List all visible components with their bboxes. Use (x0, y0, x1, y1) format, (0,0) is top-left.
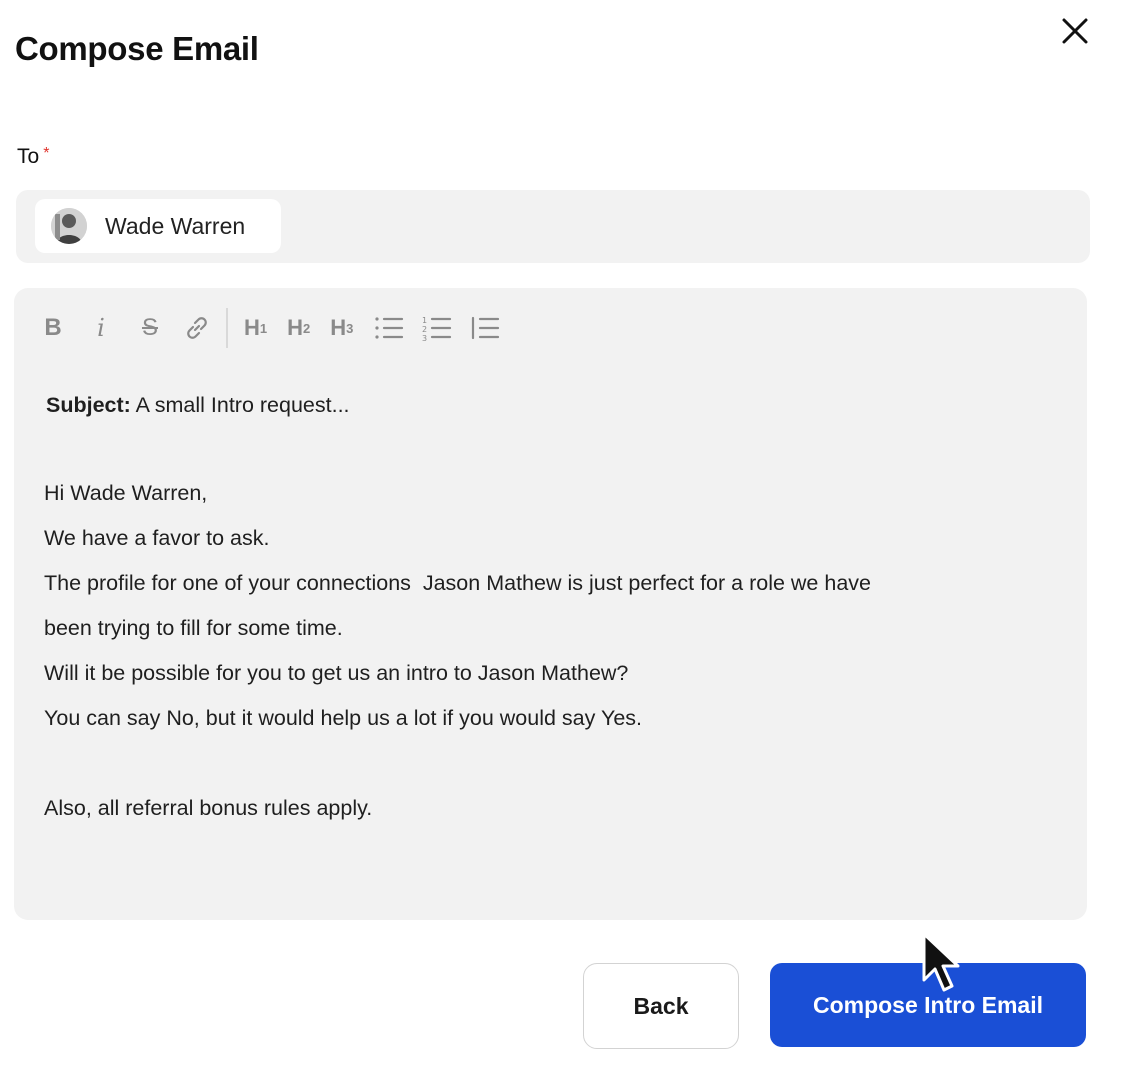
heading-1-level: 1 (259, 320, 268, 336)
body-line: Hi Wade Warren, (44, 481, 208, 505)
link-icon (187, 317, 207, 339)
heading-1-label: H (244, 315, 260, 340)
body-line: Will it be possible for you to get us an… (44, 661, 629, 685)
toolbar-divider (226, 308, 228, 348)
body-line: been trying to fill for some time. (44, 616, 343, 640)
strikethrough-button[interactable]: S (138, 308, 162, 348)
blockquote-button[interactable] (469, 308, 501, 348)
editor-toolbar: B i S H1 H2 H3 1 2 3 (42, 306, 517, 350)
subject-line: Subject: A small Intro request... (46, 383, 1064, 428)
heading-3-level: 3 (346, 320, 354, 336)
numbered-list-button[interactable]: 1 2 3 (421, 308, 453, 348)
required-mark: * (43, 145, 50, 162)
heading-2-button[interactable]: H2 (287, 308, 310, 348)
heading-3-button[interactable]: H3 (330, 308, 353, 348)
body-line: Also, all referral bonus rules apply. (44, 796, 373, 820)
svg-text:2: 2 (422, 325, 427, 334)
close-button[interactable] (1054, 10, 1096, 52)
back-button[interactable]: Back (583, 963, 739, 1049)
recipient-chip[interactable]: Wade Warren (35, 199, 281, 253)
body-line-blank (44, 741, 1064, 786)
heading-1-button[interactable]: H1 (244, 308, 267, 348)
subject-label: Subject: (46, 393, 131, 417)
heading-2-level: 2 (303, 320, 311, 336)
dialog-title: Compose Email (15, 30, 259, 67)
compose-email-dialog: Compose Email To * Wade Warren B i S H 1… (0, 0, 1130, 1070)
link-button[interactable] (182, 308, 212, 348)
to-field[interactable]: Wade Warren (16, 190, 1090, 263)
compose-intro-email-button[interactable]: Compose Intro Email (770, 963, 1086, 1047)
close-icon (1062, 18, 1088, 44)
body-line: We have a favor to ask. (44, 526, 270, 550)
bullet-list-button[interactable] (373, 308, 405, 348)
bullet-list-icon (375, 317, 404, 339)
subject-text: A small Intro request... (135, 393, 350, 417)
email-editor[interactable]: B i S H1 H2 H3 1 2 3 Subject: A small In… (14, 288, 1087, 920)
numbered-list-icon: 1 2 3 (422, 316, 452, 341)
italic-button[interactable]: i (90, 308, 112, 348)
heading-2-label: H (287, 315, 304, 340)
blockquote-icon (472, 316, 500, 340)
body-line: The profile for one of your connections … (44, 571, 871, 595)
body-line: You can say No, but it would help us a l… (44, 706, 643, 730)
to-label: To * (17, 145, 49, 169)
bold-button[interactable]: B (42, 308, 64, 348)
avatar (51, 208, 87, 244)
email-body[interactable]: Subject: A small Intro request... Hi Wad… (44, 383, 1064, 831)
svg-text:1: 1 (422, 316, 427, 325)
to-label-text: To (17, 145, 40, 168)
heading-3-label: H (330, 315, 347, 340)
svg-text:3: 3 (422, 334, 427, 341)
recipient-name: Wade Warren (105, 212, 246, 239)
